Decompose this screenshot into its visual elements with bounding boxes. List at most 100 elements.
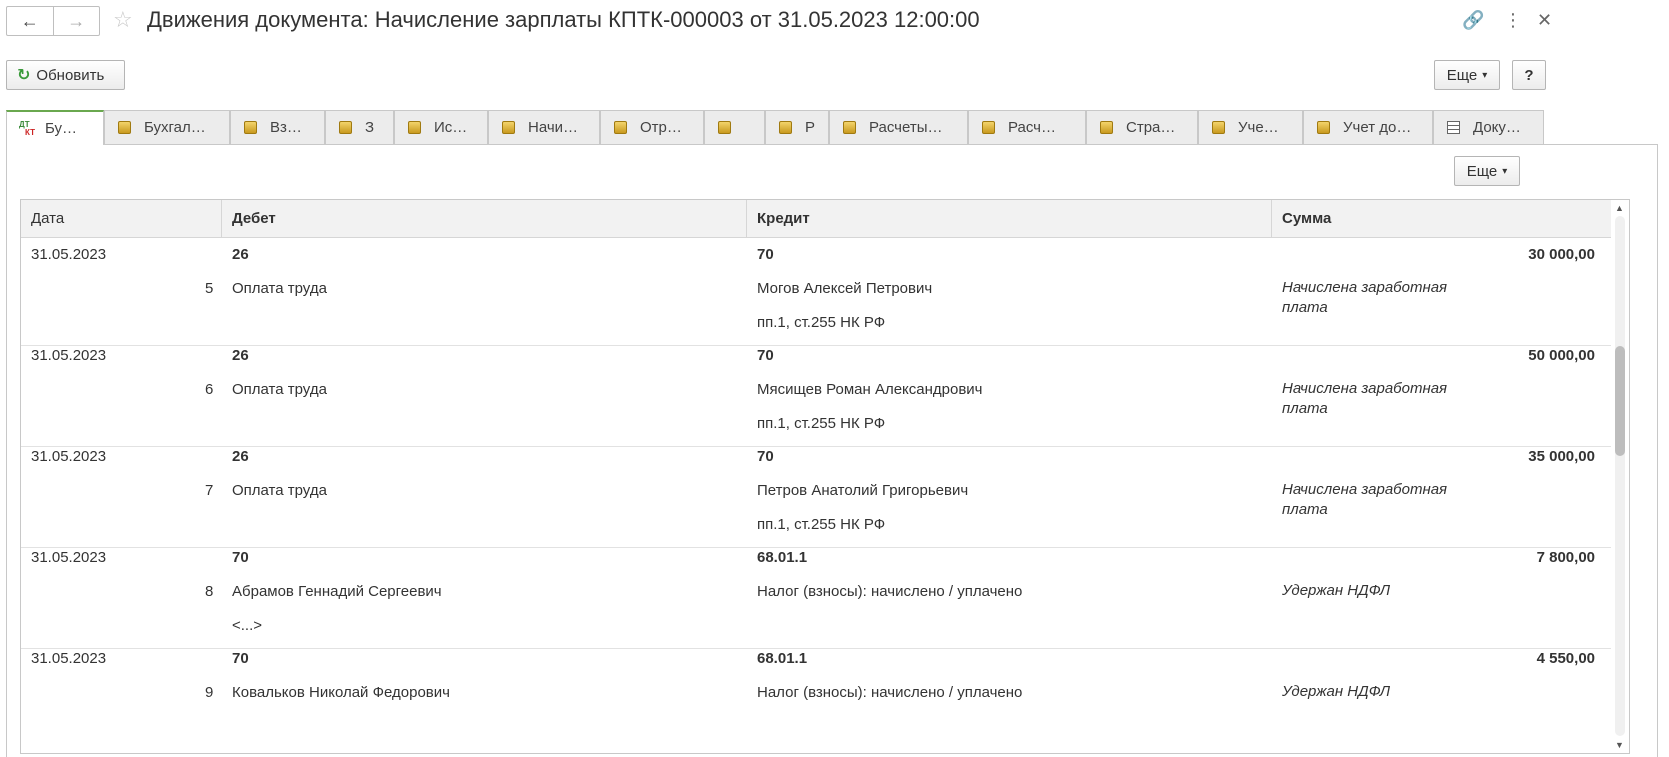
credit-account-cell: 70 — [757, 448, 774, 465]
tab-register[interactable]: Бухгал… — [104, 110, 230, 144]
description-cell: Начислена заработная плата — [1282, 481, 1448, 518]
close-icon[interactable]: ✕ — [1537, 10, 1552, 30]
more-button[interactable]: Еще ▾ — [1434, 60, 1500, 90]
spreadsheet-icon — [1447, 121, 1460, 134]
tab-register[interactable]: Вз… — [230, 110, 325, 144]
register-icon — [982, 121, 995, 134]
tab-accounting[interactable]: ДТ КТ Бу… — [6, 110, 104, 145]
tab-label: Отр… — [640, 119, 682, 136]
tab-register[interactable] — [704, 110, 765, 144]
column-header-amount[interactable]: Сумма — [1272, 200, 1611, 237]
register-icon — [718, 121, 731, 134]
tab-register[interactable]: Ис… — [394, 110, 488, 144]
register-icon — [244, 121, 257, 134]
table-more-button[interactable]: Еще ▾ — [1454, 156, 1520, 186]
scrollbar-track[interactable] — [1615, 216, 1625, 736]
amount-cell: 7 800,00 — [1536, 549, 1595, 566]
scroll-down-icon[interactable]: ▼ — [1615, 740, 1624, 750]
dt-kt-icon: ДТ КТ — [19, 119, 35, 137]
arrow-left-icon: ← — [20, 10, 39, 31]
tab-register[interactable]: Уче… — [1198, 110, 1303, 144]
debit-account-cell: 70 — [232, 549, 249, 566]
credit-subconto-cell: Мясищев Роман Александрович — [757, 381, 983, 398]
date-cell: 31.05.2023 — [31, 549, 107, 566]
help-button[interactable]: ? — [1512, 60, 1546, 90]
register-icon — [614, 121, 627, 134]
table-row[interactable]: 31.05.2023 8 70 Абрамов Геннадий Сергеев… — [21, 540, 1611, 649]
description-cell: Начислена заработная плата — [1282, 279, 1448, 316]
link-icon[interactable]: 🔗 — [1462, 10, 1484, 30]
vertical-scrollbar[interactable]: ▲ ▼ — [1611, 200, 1629, 753]
credit-subconto-cell: Налог (взносы): начислено / уплачено — [757, 684, 1023, 701]
table-row[interactable]: 31.05.2023 6 26 Оплата труда 70 Мясищев … — [21, 338, 1611, 447]
debit-account-cell: 26 — [232, 246, 249, 263]
tab-label: Доку… — [1473, 119, 1521, 136]
forward-button[interactable]: → — [52, 7, 100, 35]
column-header-date[interactable]: Дата — [21, 200, 222, 237]
register-icon — [843, 121, 856, 134]
column-header-debit[interactable]: Дебет — [222, 200, 747, 237]
table-row[interactable]: 31.05.2023 9 70 Ковальков Николай Федоро… — [21, 641, 1611, 749]
table-row[interactable]: 31.05.2023 7 26 Оплата труда 70 Петров А… — [21, 439, 1611, 548]
credit-subconto2-cell: пп.1, ст.255 НК РФ — [757, 314, 886, 331]
star-icon[interactable]: ☆ — [113, 8, 133, 32]
description-cell: Удержан НДФЛ — [1282, 683, 1391, 700]
credit-account-cell: 68.01.1 — [757, 650, 808, 667]
debit-subconto-cell: Абрамов Геннадий Сергеевич — [232, 583, 442, 600]
page-title: Движения документа: Начисление зарплаты … — [147, 7, 980, 32]
tab-register[interactable]: Учет до… — [1303, 110, 1433, 144]
tab-label: Р — [805, 119, 816, 136]
debit-account-cell: 26 — [232, 448, 249, 465]
register-icon — [118, 121, 131, 134]
more-label: Еще — [1446, 66, 1478, 84]
register-icon — [502, 121, 515, 134]
line-number-cell: 6 — [205, 381, 214, 398]
movements-table: Дата Дебет Кредит Сумма 31.05.2023 5 26 … — [20, 199, 1630, 754]
credit-subconto-cell: Петров Анатолий Григорьевич — [757, 482, 969, 499]
tab-documents[interactable]: Доку… — [1433, 110, 1544, 144]
tab-register[interactable]: Отр… — [600, 110, 704, 144]
more-options-icon[interactable]: ⋮ — [1504, 10, 1522, 30]
credit-account-cell: 70 — [757, 347, 774, 364]
debit-subconto-cell: Оплата труда — [232, 482, 327, 499]
tab-label: Уче… — [1238, 119, 1279, 136]
tab-register[interactable]: Расчеты… — [829, 110, 968, 144]
arrow-right-icon: → — [67, 10, 86, 31]
tab-register[interactable]: Стра… — [1086, 110, 1198, 144]
scroll-up-icon[interactable]: ▲ — [1615, 203, 1624, 213]
amount-cell: 50 000,00 — [1528, 347, 1595, 364]
register-icon — [1212, 121, 1225, 134]
table-row[interactable]: 31.05.2023 5 26 Оплата труда 70 Могов Ал… — [21, 237, 1611, 346]
register-icon — [779, 121, 792, 134]
tab-label: Вз… — [270, 119, 302, 136]
refresh-button[interactable]: ↻ Обновить — [6, 60, 125, 90]
tab-label: Учет до… — [1343, 119, 1412, 136]
tab-label: Ис… — [434, 119, 468, 136]
back-button[interactable]: ← — [7, 7, 53, 35]
description-cell: Начислена заработная плата — [1282, 380, 1448, 417]
tab-register[interactable]: Р — [765, 110, 829, 144]
scrollbar-thumb[interactable] — [1615, 346, 1625, 456]
refresh-label: Обновить — [36, 66, 105, 84]
debit-subconto-cell: Оплата труда — [232, 381, 327, 398]
date-cell: 31.05.2023 — [31, 650, 107, 667]
amount-cell: 35 000,00 — [1528, 448, 1595, 465]
tab-register[interactable]: Расч… — [968, 110, 1086, 144]
debit-subconto-cell: Ковальков Николай Федорович — [232, 684, 450, 701]
credit-subconto-cell: Могов Алексей Петрович — [757, 280, 933, 297]
tab-label: Начи… — [528, 119, 579, 136]
tab-label: Расч… — [1008, 119, 1056, 136]
register-icon — [1317, 121, 1330, 134]
tab-register[interactable]: Начи… — [488, 110, 600, 144]
date-cell: 31.05.2023 — [31, 347, 107, 364]
tab-register[interactable]: З — [325, 110, 394, 144]
register-icon — [1100, 121, 1113, 134]
register-icon — [408, 121, 421, 134]
column-header-credit[interactable]: Кредит — [747, 200, 1272, 237]
tab-strip: ДТ КТ Бу… Бухгал… Вз… З Ис… Начи… Отр… Р … — [6, 110, 1658, 145]
amount-cell: 30 000,00 — [1528, 246, 1595, 263]
chevron-down-icon: ▾ — [1482, 69, 1488, 81]
credit-subconto2-cell: пп.1, ст.255 НК РФ — [757, 516, 886, 533]
tab-label: Расчеты… — [869, 119, 943, 136]
tab-label: З — [365, 119, 375, 136]
